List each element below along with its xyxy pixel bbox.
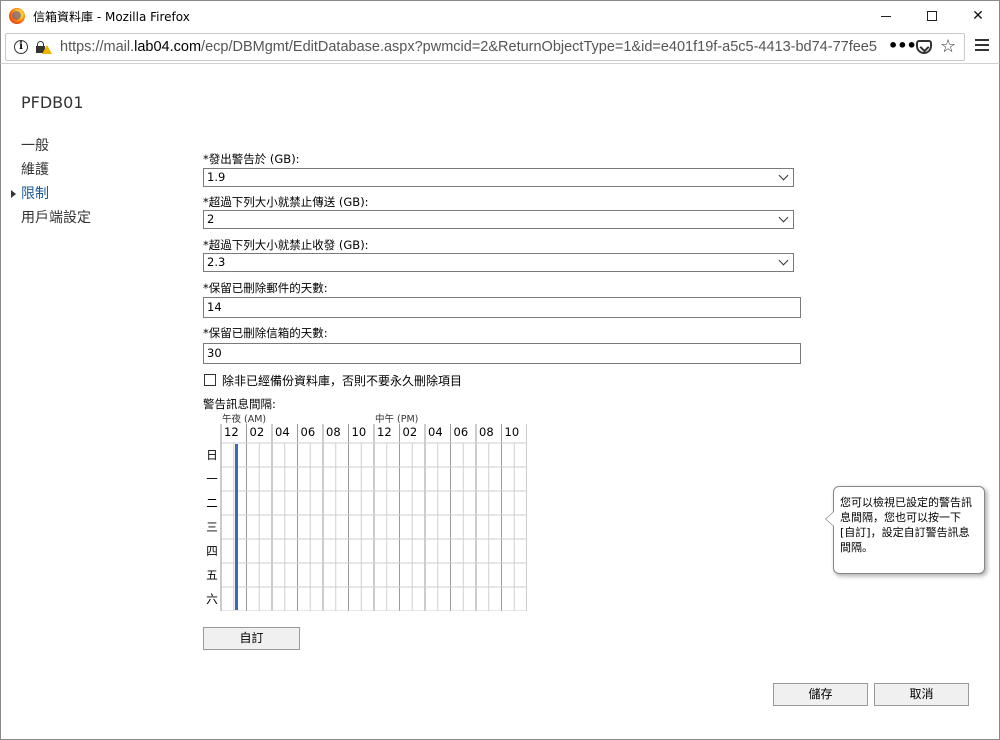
prohibit-receive-label: *超過下列大小就禁止收發 (GB): [203, 238, 369, 252]
hour-label: 02 [402, 425, 418, 439]
nav-item-client-settings[interactable]: 用戶端設定 [21, 206, 91, 230]
warning-value: 1.9 [207, 170, 226, 184]
page-content: PFDB01 一般 維護 限制 用戶端設定 *發出警告於 (GB): 1.9 *… [0, 64, 1000, 740]
am-label: 午夜 (AM) [222, 414, 267, 425]
hour-label: 10 [351, 425, 367, 439]
keep-items-input[interactable]: 14 [203, 297, 801, 318]
hamburger-menu-icon[interactable] [975, 39, 989, 53]
bookmark-star-icon[interactable]: ☆ [940, 36, 956, 57]
hour-label: 12 [224, 425, 239, 439]
minimize-icon [881, 15, 891, 17]
hour-label: 08 [479, 425, 494, 439]
close-button[interactable]: ✕ [955, 1, 1000, 31]
url-host: lab04.com [134, 39, 202, 55]
day-labels: 日一二三四五六 [203, 443, 221, 611]
prohibit-send-value: 2 [207, 212, 215, 226]
hour-label: 04 [428, 425, 443, 439]
window-title: 信箱資料庫 - Mozilla Firefox [33, 10, 190, 24]
help-tooltip: 您可以檢視已設定的警告訊息間隔，您也可以按一下 [自訂]，設定自訂警告訊息間隔。 [825, 486, 985, 574]
prohibit-receive-value: 2.3 [207, 255, 226, 269]
prohibit-receive-select[interactable]: 2.3 [203, 253, 794, 272]
keep-items-label: *保留已刪除郵件的天數: [203, 281, 328, 295]
nav-item-label: 用戶端設定 [21, 210, 91, 226]
nav-item-limits[interactable]: 限制 [11, 182, 91, 206]
hour-label: 12 [377, 425, 392, 439]
chevron-down-icon [778, 212, 789, 223]
firefox-icon [9, 8, 25, 24]
keep-mailboxes-label: *保留已刪除信箱的天數: [203, 326, 328, 340]
warning-label: *發出警告於 (GB): [203, 152, 300, 166]
hour-label: 02 [249, 425, 265, 439]
address-bar[interactable]: i https://mail.lab04.com/ecp/DBMgmt/Edit… [5, 33, 965, 61]
schedule-label: 警告訊息間隔: [203, 397, 276, 411]
backup-checkbox-label[interactable]: 除非已經備份資料庫，否則不要永久刪除項目 [222, 372, 462, 389]
chevron-down-icon [778, 255, 789, 266]
hour-label: 10 [504, 425, 520, 439]
nav-item-label: 維護 [21, 162, 49, 178]
url-path: /ecp/DBMgmt/EditDatabase.aspx?pwmcid=2&R… [201, 39, 877, 55]
chevron-down-icon [778, 170, 789, 181]
warning-select[interactable]: 1.9 [203, 168, 794, 187]
minimize-button[interactable] [863, 1, 909, 31]
pocket-icon[interactable] [916, 40, 932, 54]
hour-label: 08 [326, 425, 341, 439]
day-label: 一 [206, 472, 218, 486]
nav-item-label: 限制 [21, 186, 49, 202]
nav-item-label: 一般 [21, 138, 49, 154]
cancel-button[interactable]: 取消 [874, 683, 969, 706]
url-text[interactable]: https://mail.lab04.com/ecp/DBMgmt/EditDa… [60, 39, 880, 55]
maximize-icon [927, 11, 937, 21]
schedule-grid-lines [220, 424, 527, 611]
info-icon[interactable]: i [14, 40, 28, 54]
prohibit-send-select[interactable]: 2 [203, 210, 794, 229]
save-button[interactable]: 儲存 [773, 683, 868, 706]
day-label: 四 [206, 544, 218, 558]
pm-label: 中午 (PM) [375, 414, 419, 425]
nav-item-general[interactable]: 一般 [21, 134, 91, 158]
day-label: 六 [206, 592, 218, 606]
page-title: PFDB01 [21, 93, 84, 112]
section-nav: 一般 維護 限制 用戶端設定 [11, 134, 91, 230]
hour-label: 06 [453, 425, 469, 439]
schedule-grid[interactable]: 12 02 04 06 08 10 12 02 04 06 08 10 日一二三四五六 [203, 424, 527, 611]
backup-checkbox[interactable] [204, 374, 216, 386]
window-titlebar: 信箱資料庫 - Mozilla Firefox ✕ [0, 0, 1000, 30]
hour-labels: 12 02 04 06 08 10 12 02 04 06 08 10 [221, 424, 527, 441]
customize-button[interactable]: 自訂 [203, 627, 300, 650]
nav-item-maintenance[interactable]: 維護 [21, 158, 91, 182]
day-label: 五 [206, 568, 218, 582]
navigation-toolbar: i https://mail.lab04.com/ecp/DBMgmt/Edit… [0, 30, 1000, 64]
warning-icon [42, 45, 52, 54]
keep-mailboxes-input[interactable]: 30 [203, 343, 801, 364]
day-label: 二 [206, 496, 218, 510]
maximize-button[interactable] [909, 1, 955, 31]
page-actions-icon[interactable]: ••• [888, 36, 917, 55]
selected-arrow-icon [11, 190, 16, 198]
hour-label: 04 [275, 425, 290, 439]
prohibit-send-label: *超過下列大小就禁止傳送 (GB): [203, 195, 369, 209]
time-marker [235, 444, 238, 610]
close-icon: ✕ [972, 8, 984, 24]
day-label: 三 [206, 520, 218, 534]
hour-label: 06 [300, 425, 316, 439]
url-prefix: https://mail. [60, 39, 135, 55]
day-label: 日 [206, 448, 218, 462]
